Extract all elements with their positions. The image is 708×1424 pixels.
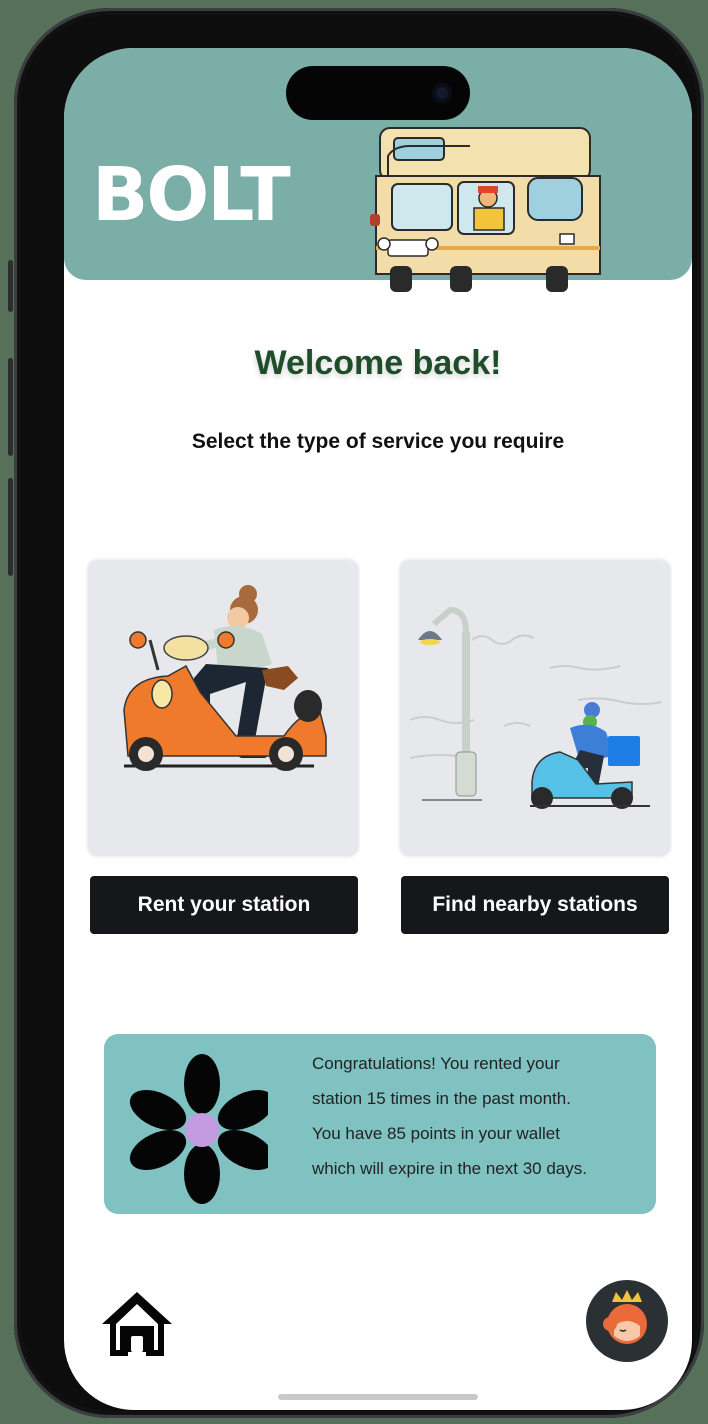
find-stations-card[interactable] (400, 560, 670, 856)
flower-icon (129, 1054, 268, 1204)
welcome-heading: Welcome back! (254, 344, 502, 382)
home-icon[interactable] (100, 1288, 174, 1360)
volume-down-button (8, 478, 13, 576)
scooter-rider-illustration (123, 585, 327, 771)
rewards-line: station 15 times in the past month. (312, 1089, 571, 1108)
avatar[interactable] (586, 1280, 668, 1362)
rewards-info-card: Congratulations! You rented your station… (104, 1034, 656, 1214)
mute-switch (8, 260, 13, 312)
app-screen: BOLT Welcome back! Select the type of se… (64, 48, 692, 1410)
rent-station-button[interactable]: Rent your station (90, 876, 358, 934)
rent-station-card[interactable] (88, 560, 358, 856)
delivery-scooter-streetlamp-illustration (409, 606, 663, 809)
find-stations-button[interactable]: Find nearby stations (401, 876, 669, 934)
home-indicator (278, 1394, 478, 1400)
dynamic-island (286, 66, 470, 120)
rewards-line: Congratulations! You rented your (312, 1054, 560, 1073)
phone-frame: BOLT Welcome back! Select the type of se… (8, 8, 704, 1418)
rewards-message: Congratulations! You rented your station… (312, 1046, 642, 1186)
rewards-line: which will expire in the next 30 days. (312, 1159, 587, 1178)
avatar-illustration (603, 1290, 647, 1344)
service-prompt: Select the type of service you require (191, 430, 565, 453)
front-camera (432, 83, 452, 103)
volume-up-button (8, 358, 13, 456)
brand-logo: BOLT (92, 152, 291, 238)
camper-van-illustration (370, 127, 601, 292)
rewards-line: You have 85 points in your wallet (312, 1124, 560, 1143)
